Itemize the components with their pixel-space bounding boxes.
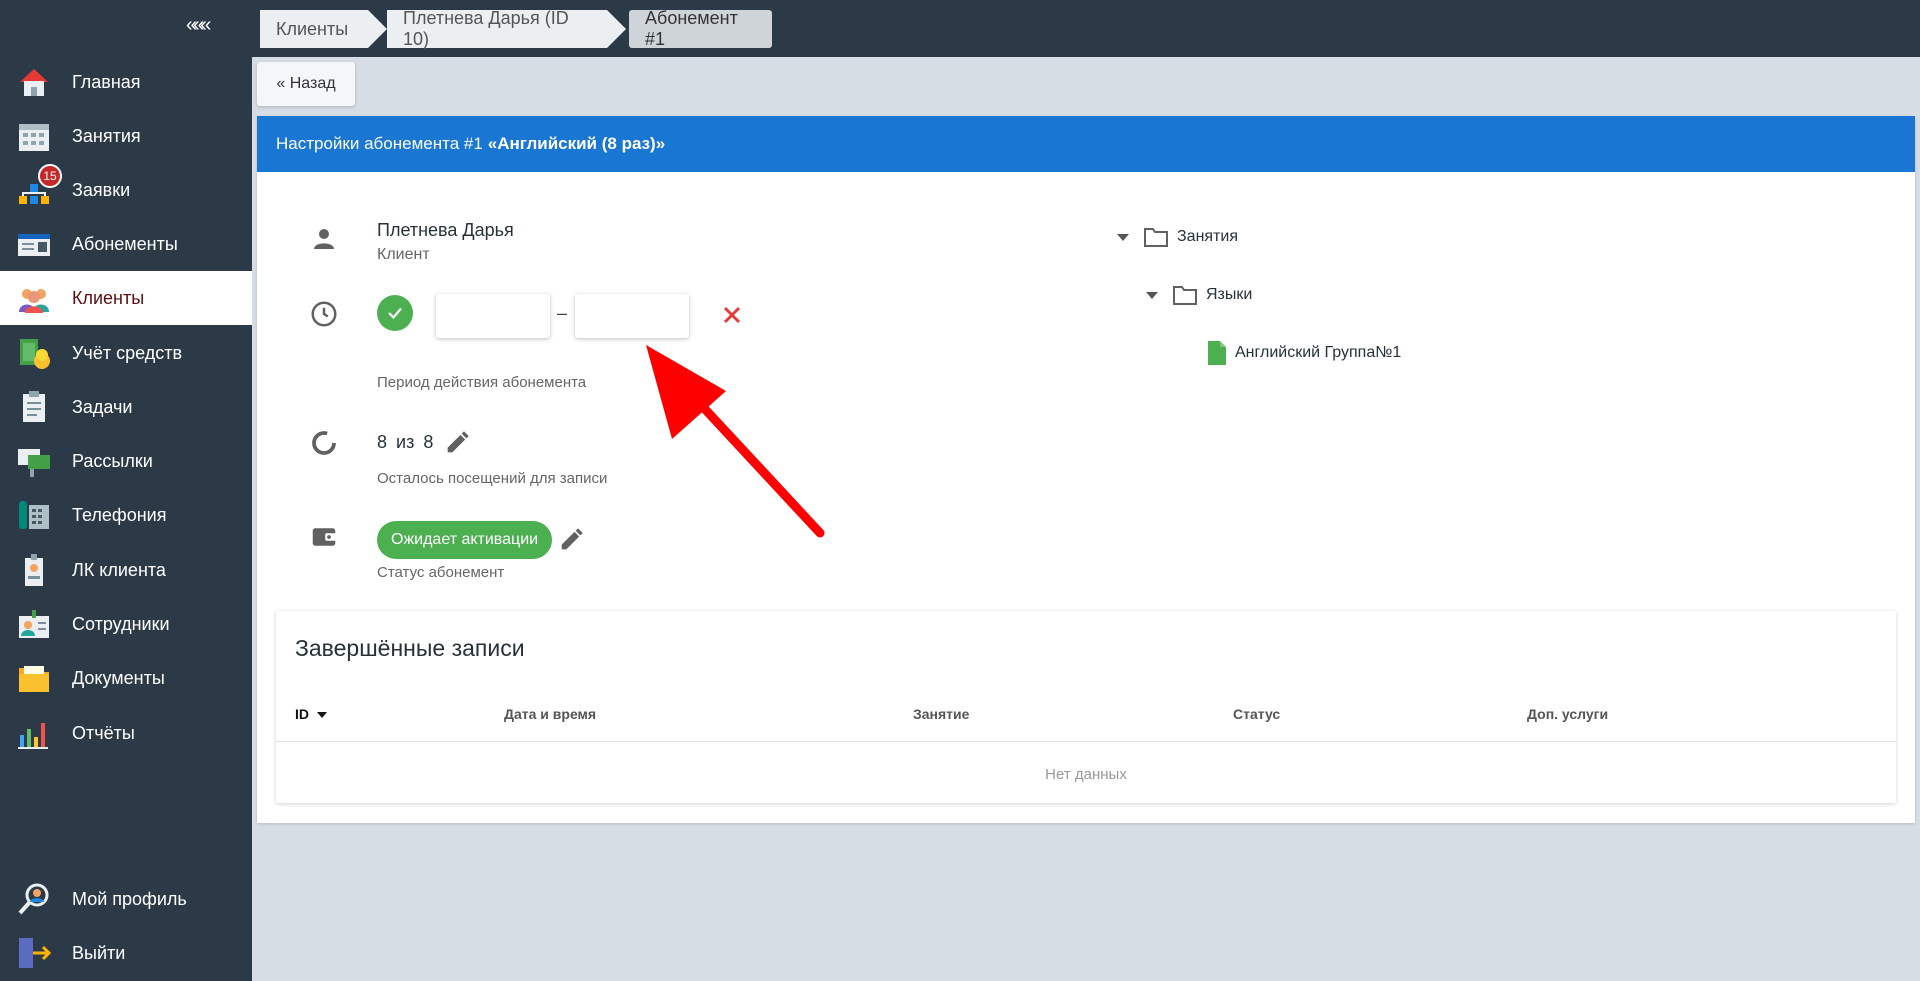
sidebar-item-finance[interactable]: Учёт средств [0, 326, 252, 380]
collapse-sidebar-button[interactable]: ««« [186, 14, 211, 37]
requests-count-badge: 15 [38, 164, 62, 188]
column-header-status[interactable]: Статус [1233, 706, 1280, 722]
sidebar-item-staff[interactable]: Сотрудники [0, 597, 252, 651]
logout-icon [16, 935, 52, 971]
folder-icon [1144, 228, 1168, 247]
profile-icon [16, 881, 52, 917]
breadcrumb-client[interactable]: Плетнева Дарья (ID 10) [387, 8, 626, 49]
sidebar-item-label: Главная [72, 71, 141, 92]
tree-node-lessons[interactable]: Занятия [1117, 226, 1238, 248]
progress-ring-icon [309, 428, 339, 458]
phone-icon [16, 497, 52, 533]
sidebar-item-telephony[interactable]: Телефония [0, 488, 252, 542]
sidebar: ««« Главная Занятия 15 Заявки Абонементы… [0, 0, 252, 981]
header-prefix: Настройки абонемента #1 [276, 134, 483, 153]
sidebar-item-client-portal[interactable]: ЛК клиента [0, 543, 252, 597]
visits-remaining: 8 из 8 [377, 432, 434, 452]
card-header: Настройки абонемента #1 «Английский (8 р… [257, 116, 1915, 172]
status-chip[interactable]: Ожидает активации [377, 521, 553, 559]
sidebar-item-requests[interactable]: 15 Заявки [0, 163, 252, 217]
collapse-caret-icon[interactable] [1146, 291, 1158, 299]
tree-node-languages[interactable]: Языки [1146, 284, 1252, 306]
column-header-lesson[interactable]: Занятие [913, 706, 969, 722]
sidebar-item-label: Занятия [72, 125, 141, 146]
period-separator: – [557, 303, 568, 323]
back-button[interactable]: « Назад [257, 62, 355, 106]
sidebar-item-label: Мой профиль [72, 888, 187, 909]
client-name[interactable]: Плетнева Дарья [377, 220, 514, 241]
sidebar-item-tasks[interactable]: Задачи [0, 380, 252, 434]
folder-icon [1173, 286, 1197, 305]
tree-node-english-group[interactable]: Английский Группа№1 [1207, 340, 1401, 366]
home-icon [16, 64, 52, 100]
sidebar-item-label: Рассылки [72, 450, 153, 471]
tree-node-label: Занятия [1177, 228, 1238, 245]
sidebar-item-label: Клиенты [72, 287, 145, 308]
calendar-icon [16, 118, 52, 154]
sidebar-item-label: Сотрудники [72, 613, 170, 634]
clock-icon [309, 299, 339, 329]
person-icon [309, 224, 339, 254]
column-header-extras[interactable]: Доп. услуги [1527, 706, 1608, 722]
edit-status-icon[interactable] [557, 526, 585, 554]
documents-icon [16, 660, 52, 696]
sidebar-item-label: ЛК клиента [72, 559, 166, 580]
column-header-id[interactable]: ID [295, 706, 327, 722]
table-divider [276, 741, 1896, 742]
mailing-icon [16, 443, 52, 479]
empty-table-message: Нет данных [1045, 766, 1127, 783]
period-start-input[interactable] [436, 294, 550, 338]
sidebar-item-label: Учёт средств [72, 342, 183, 363]
sidebar-item-label: Абонементы [72, 233, 178, 254]
visits-label: Осталось посещений для записи [377, 470, 608, 487]
sidebar-item-documents[interactable]: Документы [0, 651, 252, 705]
sidebar-item-logout[interactable]: Выйти [0, 926, 252, 980]
sidebar-item-mailings[interactable]: Рассылки [0, 434, 252, 488]
edit-visits-icon[interactable] [443, 429, 471, 457]
sidebar-item-home[interactable]: Главная [0, 55, 252, 109]
check-icon [388, 307, 402, 320]
sort-desc-icon [316, 712, 327, 719]
staff-icon [16, 606, 52, 642]
annotation-arrow-icon [646, 345, 825, 538]
money-icon [16, 335, 52, 371]
sidebar-item-reports[interactable]: Отчёты [0, 706, 252, 760]
sidebar-item-label: Отчёты [72, 722, 135, 743]
badge-icon [16, 552, 52, 588]
completed-records-card: Завершённые записи ID Дата и время Занят… [276, 611, 1896, 803]
reports-icon [16, 715, 52, 751]
subscription-name: «Английский (8 раз)» [487, 134, 666, 153]
client-role: Клиент [377, 246, 430, 263]
sidebar-item-profile[interactable]: Мой профиль [0, 872, 252, 926]
confirm-period-button[interactable] [377, 295, 413, 331]
completed-records-title: Завершённые записи [295, 635, 525, 661]
clients-icon [16, 280, 52, 316]
subscription-settings-card: Настройки абонемента #1 «Английский (8 р… [257, 116, 1915, 823]
sidebar-item-label: Телефония [72, 504, 167, 525]
top-bar: Клиенты Плетнева Дарья (ID 10) Абонемент… [252, 0, 1920, 57]
tree-node-label: Английский Группа№1 [1235, 344, 1402, 361]
sidebar-item-label: Задачи [72, 396, 133, 417]
status-label: Статус абонемент [377, 564, 505, 581]
breadcrumb-subscription: Абонемент #1 [629, 8, 772, 49]
sidebar-item-subscriptions[interactable]: Абонементы [0, 217, 252, 271]
requests-icon: 15 [16, 164, 62, 208]
wallet-icon [309, 522, 339, 552]
period-end-input[interactable] [575, 294, 689, 338]
column-header-label: ID [295, 706, 309, 722]
sidebar-item-label: Выйти [72, 942, 126, 963]
clear-period-icon[interactable] [718, 301, 746, 329]
tree-node-label: Языки [1206, 286, 1253, 303]
collapse-caret-icon[interactable] [1117, 233, 1129, 241]
breadcrumb-clients[interactable]: Клиенты [260, 10, 387, 48]
column-header-datetime[interactable]: Дата и время [504, 706, 596, 722]
document-icon [1208, 341, 1226, 365]
sidebar-item-clients[interactable]: Клиенты [0, 271, 252, 325]
clipboard-icon [16, 389, 52, 425]
sidebar-item-lessons[interactable]: Занятия [0, 109, 252, 163]
id-card-icon [16, 226, 52, 262]
sidebar-item-label: Документы [72, 667, 165, 688]
period-label: Период действия абонемента [377, 374, 587, 391]
sidebar-item-label: Заявки [72, 179, 131, 200]
